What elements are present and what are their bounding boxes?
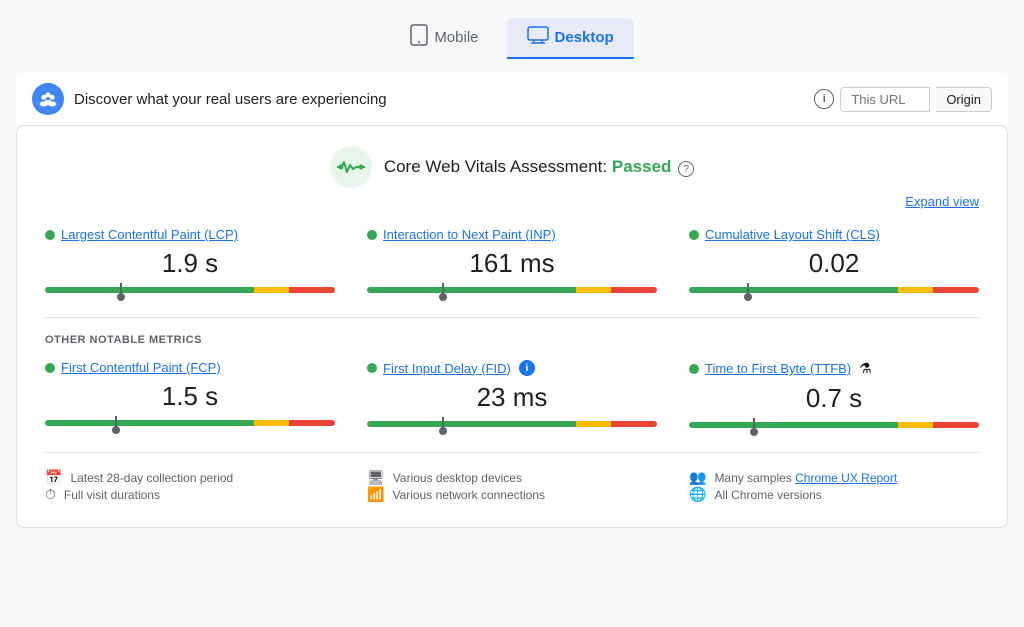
cwv-assessment-label: Core Web Vitals Assessment: Passed ? (384, 157, 694, 178)
metric-bar-lcp (45, 287, 335, 293)
metric-value-lcp: 1.9 s (45, 248, 335, 279)
tab-mobile-label: Mobile (434, 29, 478, 46)
tab-bar: Mobile Desktop (390, 16, 633, 61)
desktop-icon (527, 26, 549, 49)
metric-label-text-lcp[interactable]: Largest Contentful Paint (LCP) (61, 227, 238, 242)
metric-label-text-cls[interactable]: Cumulative Layout Shift (CLS) (705, 227, 880, 242)
metric-dot-inp (367, 230, 377, 240)
other-metrics-label: OTHER NOTABLE METRICS (45, 334, 979, 346)
metric-dot-lcp (45, 230, 55, 240)
metric-dot-ttfb (689, 364, 699, 374)
footer-item-1-1: 📅 Latest 28-day collection period (45, 469, 335, 486)
metric-dot-cls (689, 230, 699, 240)
origin-button[interactable]: Origin (936, 87, 992, 112)
footer-col-2: 🖥 Various desktop devices 📶 Various network… (367, 469, 657, 503)
footer-item-2-1: 🖥 Various desktop devices (367, 469, 657, 486)
footer-col-3: 👥 Many samples Chrome UX Report 🌐 All Chrom… (689, 469, 979, 503)
metric-marker-cls (747, 283, 749, 297)
metric-ttfb: Time to First Byte (TTFB) ⚗ 0.7 s (689, 360, 979, 432)
tab-desktop-label: Desktop (555, 29, 614, 46)
metric-marker-lcp (120, 283, 122, 297)
footer-item-3-1: 👥 Many samples Chrome UX Report (689, 469, 979, 486)
mobile-icon (410, 24, 428, 51)
metric-label-row-fid: First Input Delay (FID) i (367, 360, 657, 376)
metric-marker-ttfb (753, 418, 755, 432)
metric-inp: Interaction to Next Paint (INP) 161 ms (367, 227, 657, 297)
footer-text-3-2: All Chrome versions (714, 488, 821, 502)
other-metrics-grid: First Contentful Paint (FCP) 1.5 s First I… (45, 360, 979, 432)
metric-bar-inp (367, 287, 657, 293)
cwv-header: Core Web Vitals Assessment: Passed ? (45, 146, 979, 188)
header-info-button[interactable]: i (814, 89, 834, 109)
footer-item-3-2: 🌐 All Chrome versions (689, 486, 979, 503)
footer-icon-1-1: 📅 (45, 469, 62, 486)
footer-text-2-2: Various network connections (392, 488, 545, 502)
metric-fcp: First Contentful Paint (FCP) 1.5 s (45, 360, 335, 432)
footer-icon-3-2: 🌐 (689, 486, 706, 503)
metric-label-text-fid[interactable]: First Input Delay (FID) (383, 361, 511, 376)
footer-link-3-1[interactable]: Chrome UX Report (795, 471, 897, 485)
footer-text-3-1: Many samples Chrome UX Report (714, 471, 897, 485)
footer-item-1-2: ⏱ Full visit durations (45, 486, 335, 503)
metric-flask-ttfb: ⚗ (859, 360, 872, 377)
metric-label-row-ttfb: Time to First Byte (TTFB) ⚗ (689, 360, 979, 377)
footer-icon-3-1: 👥 (689, 469, 706, 486)
metric-dot-fcp (45, 363, 55, 373)
metric-value-inp: 161 ms (367, 248, 657, 279)
metric-label-text-ttfb[interactable]: Time to First Byte (TTFB) (705, 361, 851, 376)
footer-text-1-1: Latest 28-day collection period (70, 471, 233, 485)
footer-col-1: 📅 Latest 28-day collection period ⏱ Full vi… (45, 469, 335, 503)
core-metrics-grid: Largest Contentful Paint (LCP) 1.9 s Inter… (45, 227, 979, 297)
metric-label-text-inp[interactable]: Interaction to Next Paint (INP) (383, 227, 556, 242)
avatar (32, 83, 64, 115)
metric-label-row-cls: Cumulative Layout Shift (CLS) (689, 227, 979, 242)
metric-bar-cls (689, 287, 979, 293)
metric-cls: Cumulative Layout Shift (CLS) 0.02 (689, 227, 979, 297)
metric-bar-fid (367, 421, 657, 427)
header-title: Discover what your real users are experi… (74, 91, 387, 108)
metric-marker-fid (442, 417, 444, 431)
metric-value-fid: 23 ms (367, 382, 657, 413)
section-divider (45, 317, 979, 318)
footer-icon-1-2: ⏱ (45, 486, 56, 503)
metric-label-row-lcp: Largest Contentful Paint (LCP) (45, 227, 335, 242)
header-right: i Origin (814, 87, 992, 112)
metric-marker-inp (442, 283, 444, 297)
metric-bar-ttfb (689, 422, 979, 428)
main-card: Core Web Vitals Assessment: Passed ? Exp… (16, 125, 1008, 528)
tab-mobile[interactable]: Mobile (390, 16, 498, 61)
metric-fid: First Input Delay (FID) i 23 ms (367, 360, 657, 432)
footer-icon-2-2: 📶 (367, 486, 384, 503)
metric-info-fid[interactable]: i (519, 360, 535, 376)
footer-icon-2-1: 🖥 (367, 469, 385, 486)
cwv-help-icon[interactable]: ? (678, 161, 694, 177)
metric-value-cls: 0.02 (689, 248, 979, 279)
footer-text-1-2: Full visit durations (64, 488, 160, 502)
metric-value-ttfb: 0.7 s (689, 383, 979, 414)
header-left: Discover what your real users are experi… (32, 83, 387, 115)
cwv-status: Passed (612, 157, 672, 176)
metric-dot-fid (367, 363, 377, 373)
metric-marker-fcp (115, 416, 117, 430)
expand-view-link[interactable]: Expand view (45, 194, 979, 209)
metric-label-row-inp: Interaction to Next Paint (INP) (367, 227, 657, 242)
tab-desktop[interactable]: Desktop (507, 18, 634, 59)
footer-info: 📅 Latest 28-day collection period ⏱ Full vi… (45, 452, 979, 503)
metric-label-text-fcp[interactable]: First Contentful Paint (FCP) (61, 360, 221, 375)
metric-label-row-fcp: First Contentful Paint (FCP) (45, 360, 335, 375)
page-header: Discover what your real users are experi… (16, 73, 1008, 125)
metric-lcp: Largest Contentful Paint (LCP) 1.9 s (45, 227, 335, 297)
url-input[interactable] (840, 87, 930, 112)
footer-item-2-2: 📶 Various network connections (367, 486, 657, 503)
metric-bar-fcp (45, 420, 335, 426)
footer-text-2-1: Various desktop devices (393, 471, 522, 485)
metric-value-fcp: 1.5 s (45, 381, 335, 412)
cwv-icon (330, 146, 372, 188)
